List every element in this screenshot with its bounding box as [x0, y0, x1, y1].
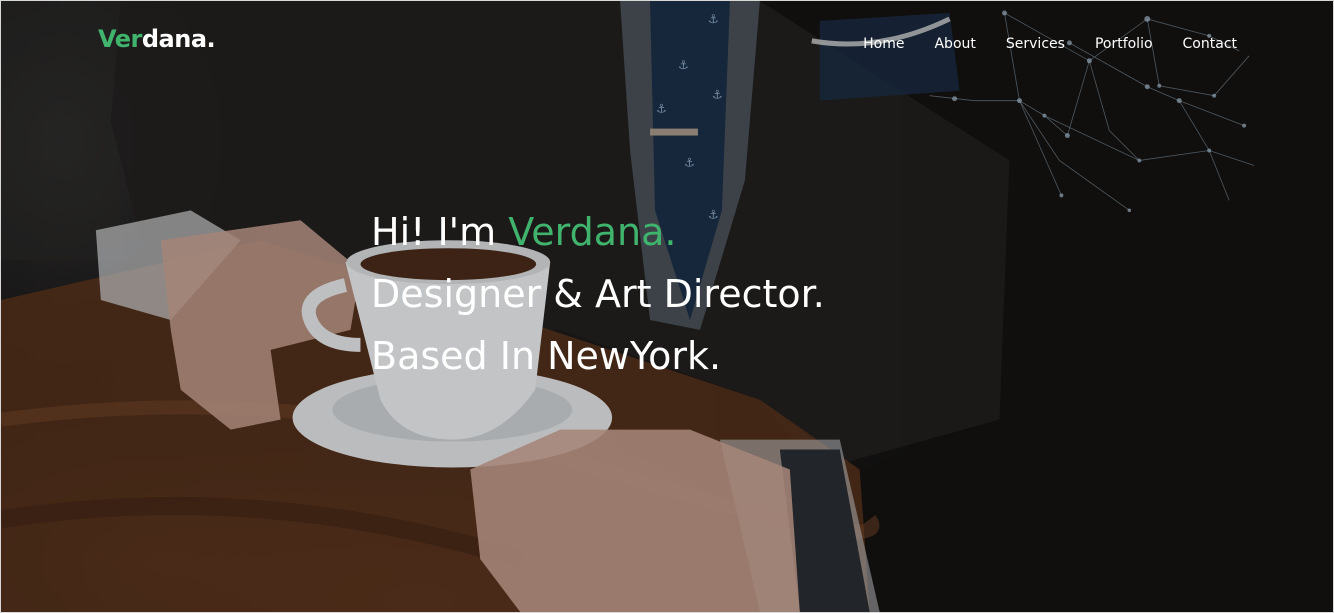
nav-item-home: Home — [863, 33, 904, 52]
hero-section: ⚓ ⚓ ⚓ ⚓ ⚓ ⚓ Verdana. Home About Services… — [0, 0, 1334, 613]
logo-accent-text: Ver — [98, 25, 142, 53]
nav-link-portfolio[interactable]: Portfolio — [1095, 36, 1153, 52]
nav-link-about[interactable]: About — [934, 36, 975, 52]
nav-link-contact[interactable]: Contact — [1183, 36, 1237, 52]
main-navigation: Home About Services Portfolio Contact — [863, 33, 1237, 52]
greeting-prefix: Hi! I'm — [371, 210, 509, 254]
nav-item-services: Services — [1006, 33, 1065, 52]
headline-line-role: Designer & Art Director. — [371, 272, 825, 316]
logo-text: dana. — [141, 25, 216, 53]
headline-line-greeting: Hi! I'm Verdana. — [371, 201, 825, 263]
hero-headline: Hi! I'm Verdana. Designer & Art Director… — [371, 201, 825, 387]
greeting-name: Verdana. — [508, 210, 677, 254]
headline-line-location: Based In NewYork. — [371, 334, 722, 378]
nav-link-home[interactable]: Home — [863, 36, 904, 52]
nav-item-about: About — [934, 33, 975, 52]
nav-item-portfolio: Portfolio — [1095, 33, 1153, 52]
nav-link-services[interactable]: Services — [1006, 36, 1065, 52]
nav-item-contact: Contact — [1183, 33, 1237, 52]
brand-logo[interactable]: Verdana. — [98, 25, 216, 53]
